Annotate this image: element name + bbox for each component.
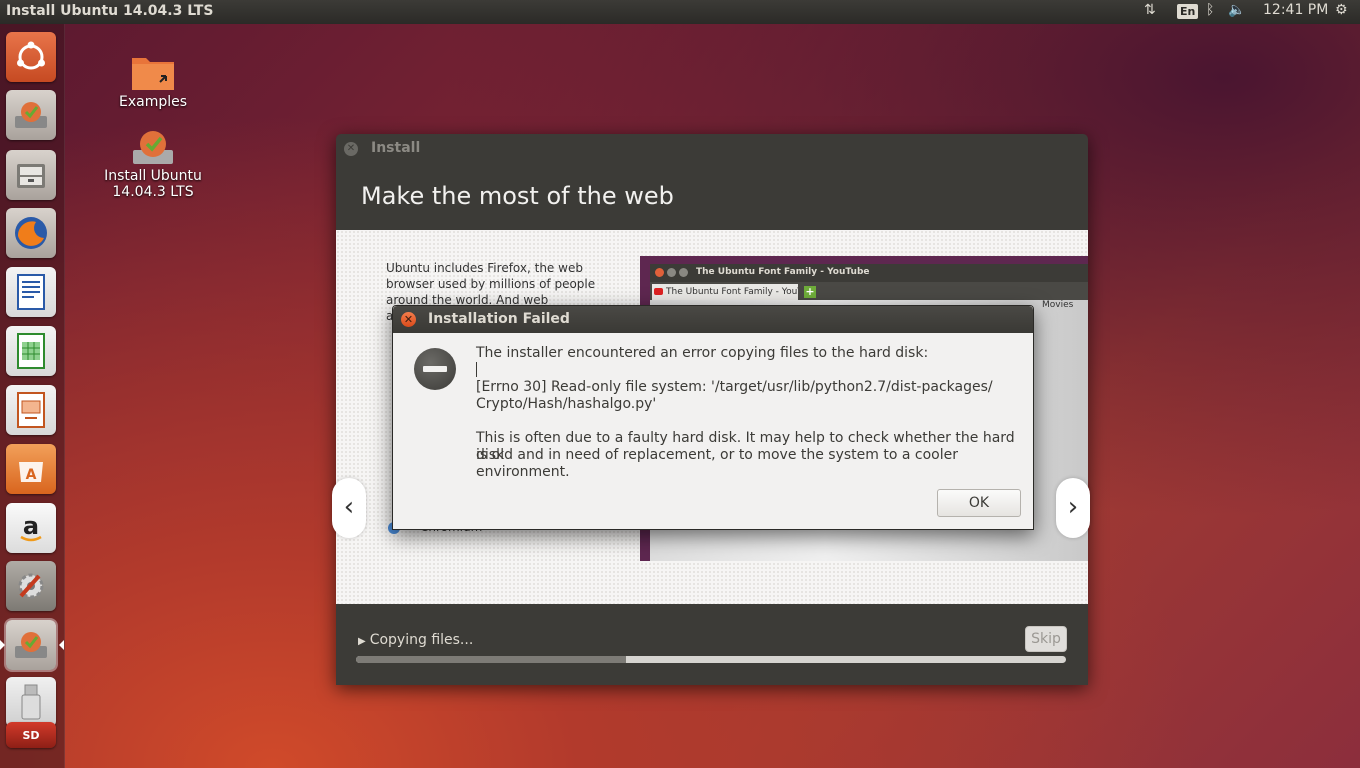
- install-ubuntu-icon[interactable]: [6, 90, 56, 140]
- error-detail-line1: [Errno 30] Read-only file system: '/targ…: [476, 379, 993, 395]
- slide-heading: Make the most of the web: [361, 182, 674, 210]
- desktop-icon-label-line2: 14.04.3 LTS: [112, 184, 194, 200]
- svg-text:A: A: [26, 467, 37, 483]
- progress-area: ▶ Copying files... Skip: [336, 604, 1088, 685]
- browser-mock-tabbar: The Ubuntu Font Family - YouT... +: [650, 282, 1088, 300]
- desktop-icon-label-line1: Install Ubuntu: [104, 168, 202, 184]
- browser-mock-tab: The Ubuntu Font Family - YouT...: [652, 284, 798, 300]
- amazon-icon[interactable]: a: [6, 503, 56, 553]
- minimize-icon: [667, 268, 676, 277]
- firefox-icon[interactable]: [6, 208, 56, 258]
- svg-text:a: a: [23, 512, 39, 540]
- previous-slide-button[interactable]: ‹: [332, 478, 366, 538]
- window-title: Install Ubuntu 14.04.3 LTS: [6, 3, 214, 19]
- ubuntu-software-center-icon[interactable]: A: [6, 444, 56, 494]
- browser-mock-tab-label: The Ubuntu Font Family - YouT...: [666, 287, 798, 297]
- installer-title: Install: [371, 140, 421, 156]
- desktop-icon-examples[interactable]: Examples: [98, 52, 208, 110]
- ok-button[interactable]: OK: [937, 489, 1021, 517]
- browser-mock-titlebar: The Ubuntu Font Family - YouTube: [650, 264, 1088, 282]
- dialog-titlebar[interactable]: ✕ Installation Failed: [393, 306, 1033, 333]
- launcher-focus-indicator: [59, 640, 64, 650]
- launcher: A a SD: [0, 24, 65, 768]
- error-icon: [414, 348, 456, 390]
- gear-icon[interactable]: ⚙: [1335, 2, 1348, 18]
- launcher-active-indicator: [0, 640, 5, 650]
- keyboard-layout-indicator[interactable]: En: [1177, 4, 1199, 19]
- progress-bar: [356, 656, 1066, 663]
- browser-mock-title: The Ubuntu Font Family - YouTube: [696, 267, 870, 277]
- installer-titlebar[interactable]: ✕ Install: [336, 134, 1088, 164]
- install-ubuntu-icon: [130, 126, 176, 166]
- top-panel: Install Ubuntu 14.04.3 LTS ⇅ En ᛒ 🔈 12:4…: [0, 0, 1360, 24]
- maximize-icon: [679, 268, 688, 277]
- close-icon[interactable]: ✕: [401, 312, 416, 327]
- sd-card-label: SD: [22, 728, 40, 742]
- text-cursor: [476, 362, 477, 377]
- libreoffice-impress-icon[interactable]: [6, 385, 56, 435]
- desktop-icon-label: Examples: [118, 94, 188, 110]
- slide-text-line: browser used by millions of people: [386, 277, 596, 291]
- error-detail-line2: Crypto/Hash/hashalgo.py': [476, 396, 657, 412]
- install-ubuntu-running-icon[interactable]: [6, 620, 56, 670]
- status-expander[interactable]: ▶ Copying files...: [358, 632, 473, 648]
- error-advice-line2: is old and in need of replacement, or to…: [476, 447, 958, 480]
- close-icon[interactable]: ✕: [344, 142, 358, 156]
- volume-icon[interactable]: 🔈: [1228, 2, 1245, 18]
- installation-failed-dialog: ✕ Installation Failed The installer enco…: [392, 305, 1034, 530]
- usb-drive-icon[interactable]: [6, 677, 56, 727]
- dash-home-icon[interactable]: [6, 32, 56, 82]
- youtube-icon: [654, 288, 663, 295]
- progress-fill: [356, 656, 626, 663]
- system-settings-icon[interactable]: [6, 561, 56, 611]
- bluetooth-icon[interactable]: ᛒ: [1206, 2, 1214, 18]
- desktop-icon-install-ubuntu[interactable]: Install Ubuntu 14.04.3 LTS: [98, 126, 208, 200]
- slide-text-line: Ubuntu includes Firefox, the web: [386, 261, 583, 275]
- expander-arrow-icon: ▶: [358, 636, 366, 647]
- skip-button[interactable]: Skip: [1025, 626, 1067, 652]
- network-icon[interactable]: ⇅: [1144, 2, 1156, 18]
- close-icon: [655, 268, 664, 277]
- status-text: Copying files...: [369, 632, 474, 648]
- browser-mock-nav-item: Movies: [1042, 300, 1074, 310]
- next-slide-button[interactable]: ›: [1056, 478, 1090, 538]
- libreoffice-writer-icon[interactable]: [6, 267, 56, 317]
- files-icon[interactable]: [6, 150, 56, 200]
- new-tab-icon: +: [804, 285, 816, 298]
- dialog-title: Installation Failed: [428, 311, 570, 327]
- folder-icon: [130, 52, 176, 92]
- sd-card-icon[interactable]: SD: [6, 722, 56, 748]
- clock[interactable]: 12:41 PM: [1263, 2, 1328, 18]
- libreoffice-calc-icon[interactable]: [6, 326, 56, 376]
- error-message: The installer encountered an error copyi…: [476, 345, 929, 361]
